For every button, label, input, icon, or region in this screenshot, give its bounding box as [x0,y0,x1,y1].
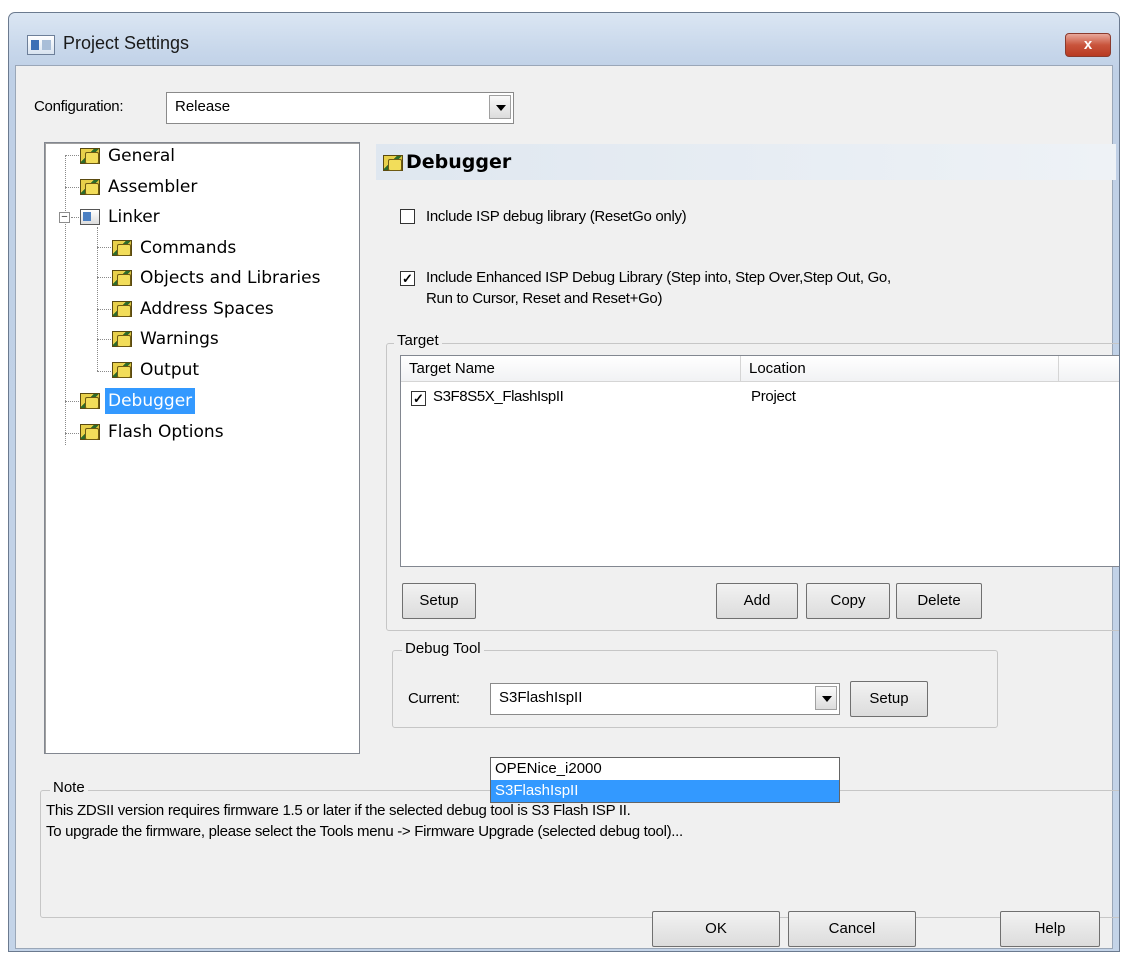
app-icon [27,35,55,55]
help-button[interactable]: Help [1000,911,1100,947]
close-button[interactable]: x [1065,33,1111,57]
enhanced-isp-label-line1: Include Enhanced ISP Debug Library (Step… [426,269,891,286]
tree-item-output[interactable]: Output [111,357,202,383]
target-list: Target Name Location ✓ S3F8S5X_FlashIspI… [400,355,1119,567]
settings-node-icon [111,329,133,349]
settings-node-icon [79,177,101,197]
debug-tool-select[interactable]: S3FlashIspII [490,683,840,715]
target-row-location: Project [751,388,796,405]
settings-tree: − General Assembler Linker Commands Obje… [44,142,360,754]
table-row[interactable]: ✓ S3F8S5X_FlashIspII Project [401,386,1119,412]
settings-node-icon [79,146,101,166]
cancel-button[interactable]: Cancel [788,911,916,947]
settings-node-icon [79,391,101,411]
ok-button[interactable]: OK [652,911,780,947]
tree-item-debugger[interactable]: Debugger [79,388,196,414]
enhanced-isp-checkbox[interactable]: ✓ [400,271,415,286]
configuration-select[interactable]: Release [166,92,514,124]
column-header-location[interactable]: Location [741,356,1059,382]
tree-item-flash-options[interactable]: Flash Options [79,419,227,445]
configuration-value: Release [175,98,231,115]
target-setup-button[interactable]: Setup [402,583,476,619]
column-header-empty [1059,356,1119,382]
tree-item-objects-and-libraries[interactable]: Objects and Libraries [111,265,323,291]
settings-node-icon [111,238,133,258]
chevron-down-icon[interactable] [815,686,837,710]
settings-node-icon [111,268,133,288]
tree-item-warnings[interactable]: Warnings [111,326,222,352]
isp-debug-label: Include ISP debug library (ResetGo only) [426,208,687,225]
target-row-checkbox[interactable]: ✓ [411,391,426,406]
tree-item-general[interactable]: General [79,143,178,169]
target-row-name: S3F8S5X_FlashIspII [433,388,564,405]
debugger-icon [382,153,404,173]
settings-node-icon [79,422,101,442]
chevron-down-icon[interactable] [489,95,511,119]
collapse-linker-toggle[interactable]: − [59,212,70,223]
note-label: Note [50,779,88,796]
tree-item-linker[interactable]: Linker [79,204,163,230]
dialog-body: Configuration: Release − General Assembl… [15,65,1119,949]
settings-node-icon [111,360,133,380]
section-title: Debugger [406,151,512,173]
target-add-button[interactable]: Add [716,583,798,619]
debug-tool-dropdown-list: OPENice_i2000 S3FlashIspII [490,757,840,803]
dropdown-option-openice[interactable]: OPENice_i2000 [491,758,839,780]
target-group-label: Target [394,332,442,349]
tree-item-assembler[interactable]: Assembler [79,174,200,200]
isp-debug-checkbox[interactable] [400,209,415,224]
debug-tool-group-label: Debug Tool [402,640,484,657]
debug-tool-current-label: Current: [408,690,460,707]
debug-tool-current-value: S3FlashIspII [499,689,583,706]
note-line-2: To upgrade the firmware, please select t… [46,823,683,840]
enhanced-isp-label-line2: Run to Cursor, Reset and Reset+Go) [426,290,663,307]
project-settings-window: Project Settings x Configuration: Releas… [8,12,1120,952]
target-copy-button[interactable]: Copy [806,583,890,619]
configuration-label: Configuration: [34,98,124,115]
settings-node-icon [111,299,133,319]
debug-tool-setup-button[interactable]: Setup [850,681,928,717]
tree-item-address-spaces[interactable]: Address Spaces [111,296,277,322]
window-title: Project Settings [63,33,190,53]
column-header-target-name[interactable]: Target Name [401,356,741,382]
note-line-1: This ZDSII version requires firmware 1.5… [46,802,631,819]
tree-item-commands[interactable]: Commands [111,235,239,261]
target-delete-button[interactable]: Delete [896,583,982,619]
section-header: Debugger [376,144,1116,180]
folder-icon [79,207,101,227]
dropdown-option-s3flashisp[interactable]: S3FlashIspII [491,780,839,802]
